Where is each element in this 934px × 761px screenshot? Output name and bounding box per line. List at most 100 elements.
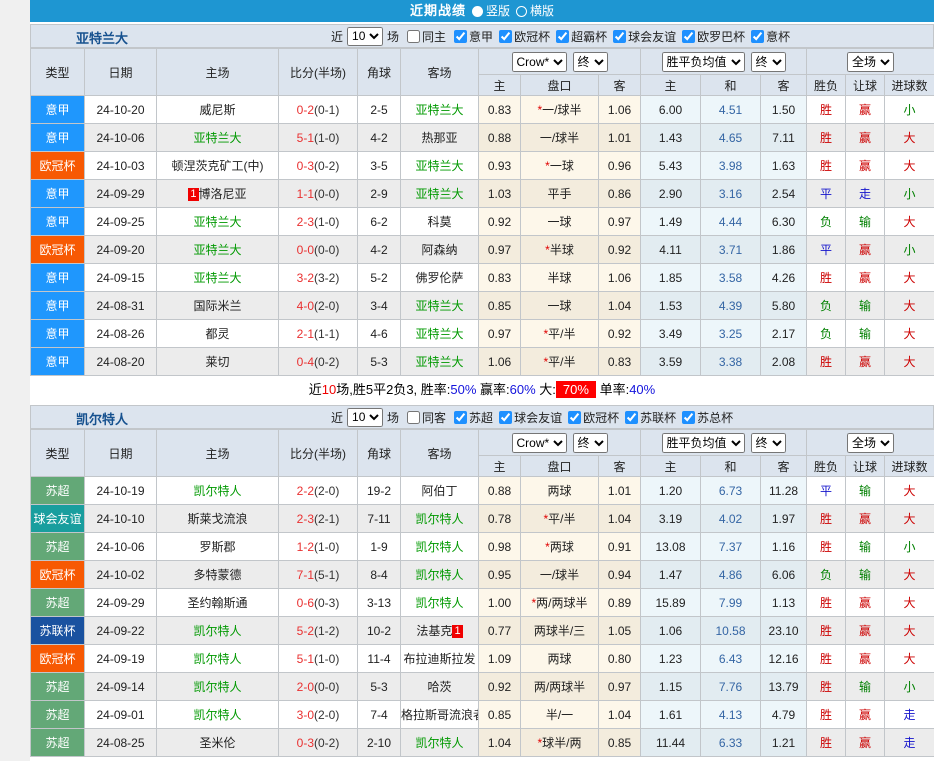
half-score: (1-2): [314, 624, 339, 638]
half-score: (2-0): [314, 299, 339, 313]
odds-away: 1.05: [599, 617, 641, 645]
league-filter-欧罗巴杯[interactable]: 欧罗巴杯: [676, 28, 745, 45]
odds-away: 0.94: [599, 561, 641, 589]
league-checkbox[interactable]: [454, 30, 467, 43]
handicap-text: 半/一: [546, 708, 573, 722]
score-cell: 3-2(3-2): [279, 264, 358, 292]
league-checkbox[interactable]: [454, 411, 467, 424]
handicap-cell: *半球: [521, 236, 599, 264]
match-date: 24-09-15: [85, 264, 157, 292]
league-filter-超霸杯[interactable]: 超霸杯: [550, 28, 607, 45]
goals-result-cell: 大: [885, 292, 934, 320]
match-type-cell: 苏超: [31, 673, 85, 701]
home-team: 圣米伦: [157, 729, 279, 757]
score-cell: 0-3(0-2): [279, 729, 358, 757]
table-row: 意甲 24-09-25 亚特兰大 2-3(1-0) 6-2 科莫 0.92 一球…: [31, 208, 934, 236]
home-team-name: 亚特兰大: [193, 215, 241, 229]
home-team: 顿涅茨克矿工(中): [157, 152, 279, 180]
league-checkbox[interactable]: [751, 30, 764, 43]
home-team: 罗斯郡: [157, 533, 279, 561]
table-row: 苏超 24-09-29 圣约翰斯通 0-6(0-3) 3-13 凯尔特人 1.0…: [31, 589, 934, 617]
league-checkbox[interactable]: [499, 30, 512, 43]
league-filter-欧冠杯[interactable]: 欧冠杯: [493, 28, 550, 45]
odds-time-select[interactable]: 终: [573, 52, 608, 72]
odds-time-select[interactable]: 终: [573, 433, 608, 453]
sub-away-odds: 客: [599, 75, 641, 96]
league-filter-意甲[interactable]: 意甲: [448, 28, 493, 45]
same-venue-filter[interactable]: 同主: [401, 28, 446, 45]
avg-home-odds: 4.11: [641, 236, 701, 264]
handicap-result-cell: 走: [846, 180, 885, 208]
avg-time-select[interactable]: 终: [751, 433, 786, 453]
same-venue-filter[interactable]: 同客: [401, 409, 446, 426]
sub-let: 让球: [846, 75, 885, 96]
league-checkbox[interactable]: [499, 411, 512, 424]
avg-away-odds: 1.21: [761, 729, 807, 757]
scope-select[interactable]: 全场: [847, 433, 894, 453]
avg-home-odds: 1.20: [641, 477, 701, 505]
half-score: (1-0): [314, 131, 339, 145]
match-date: 24-10-06: [85, 533, 157, 561]
league-filter-苏超[interactable]: 苏超: [448, 409, 493, 426]
recent-count-select[interactable]: 10: [347, 27, 383, 46]
horizontal-radio[interactable]: [516, 6, 527, 17]
result-cell: 胜: [807, 505, 846, 533]
odds-away: 1.04: [599, 292, 641, 320]
recent-count-select[interactable]: 10: [347, 408, 383, 427]
result-cell: 平: [807, 180, 846, 208]
handicap-text: 两球半/三: [534, 624, 585, 638]
vertical-radio[interactable]: [472, 6, 483, 17]
avg-odds-select[interactable]: 胜平负均值: [662, 52, 745, 72]
league-filter-苏总杯[interactable]: 苏总杯: [676, 409, 733, 426]
away-team: 亚特兰大: [401, 152, 479, 180]
league-checkbox[interactable]: [625, 411, 638, 424]
sub-avg-home: 主: [641, 75, 701, 96]
result-cell: 负: [807, 292, 846, 320]
league-checkbox[interactable]: [568, 411, 581, 424]
away-team-name: 佛罗伦萨: [415, 271, 463, 285]
odds-source-select[interactable]: Crow*: [512, 433, 567, 453]
league-checkbox[interactable]: [682, 30, 695, 43]
handicap-cell: 平手: [521, 180, 599, 208]
avg-odds-select[interactable]: 胜平负均值: [662, 433, 745, 453]
league-label: 苏联杯: [640, 409, 676, 426]
match-date: 24-10-20: [85, 96, 157, 124]
league-filter-球会友谊[interactable]: 球会友谊: [493, 409, 562, 426]
league-checkbox[interactable]: [556, 30, 569, 43]
league-checkbox[interactable]: [682, 411, 695, 424]
half-score: (1-0): [314, 540, 339, 554]
avg-time-select[interactable]: 终: [751, 52, 786, 72]
league-filter-欧冠杯[interactable]: 欧冠杯: [562, 409, 619, 426]
avg-draw-odds: 3.16: [701, 180, 761, 208]
league-filter-意杯[interactable]: 意杯: [745, 28, 790, 45]
goals-result-cell: 走: [885, 701, 934, 729]
scope-select[interactable]: 全场: [847, 52, 894, 72]
league-checkbox[interactable]: [613, 30, 626, 43]
sub-result: 胜负: [807, 456, 846, 477]
away-team: 法基克1: [401, 617, 479, 645]
match-date: 24-10-19: [85, 477, 157, 505]
table-row: 欧冠杯 24-09-19 凯尔特人 5-1(1-0) 11-4 布拉迪斯拉发 1…: [31, 645, 934, 673]
score-cell: 0-4(0-2): [279, 348, 358, 376]
away-team: 科莫: [401, 208, 479, 236]
same-venue-checkbox[interactable]: [407, 30, 420, 43]
same-venue-checkbox[interactable]: [407, 411, 420, 424]
handicap-result-cell: 输: [846, 673, 885, 701]
handicap-cell: 半/一: [521, 701, 599, 729]
result-cell: 胜: [807, 729, 846, 757]
single-rate-label: 单率:: [596, 382, 629, 397]
league-filter-苏联杯[interactable]: 苏联杯: [619, 409, 676, 426]
home-team: 凯尔特人: [157, 673, 279, 701]
vertical-label: 竖版: [486, 4, 510, 18]
handicap-cell: *平/半: [521, 320, 599, 348]
odds-home: 1.06: [479, 348, 521, 376]
near-label: 近: [331, 28, 343, 45]
avg-away-odds: 4.79: [761, 701, 807, 729]
avg-home-odds: 1.15: [641, 673, 701, 701]
league-filter-球会友谊[interactable]: 球会友谊: [607, 28, 676, 45]
odds-home: 0.78: [479, 505, 521, 533]
handicap-cell: 一球: [521, 292, 599, 320]
match-type-cell: 意甲: [31, 292, 85, 320]
result-cell: 负: [807, 208, 846, 236]
odds-source-select[interactable]: Crow*: [512, 52, 567, 72]
